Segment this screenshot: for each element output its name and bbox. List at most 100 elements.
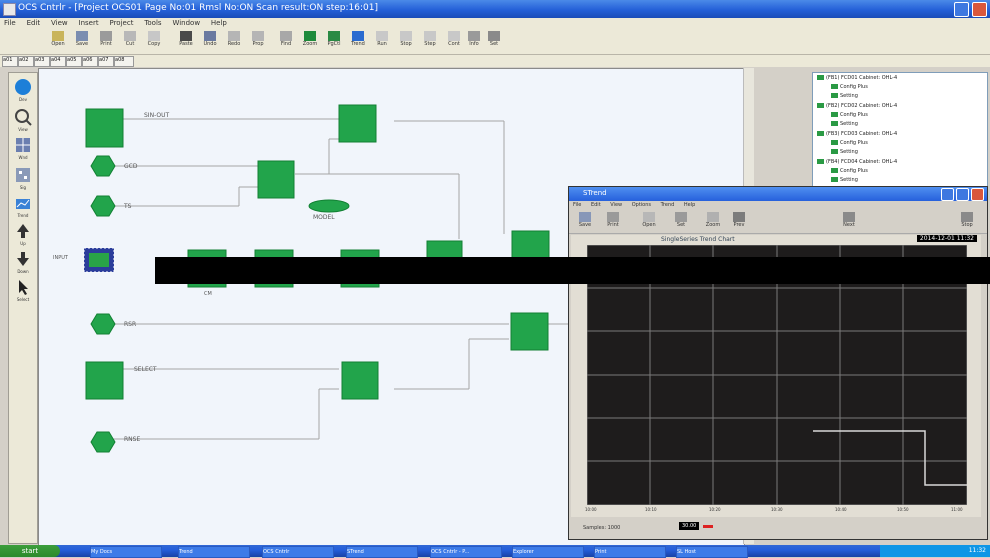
- tree-item[interactable]: (FB2) FCD02 Cabinet: OHL-4: [817, 103, 897, 109]
- tree-item[interactable]: Setting: [831, 149, 858, 155]
- trend-plot[interactable]: [586, 244, 968, 506]
- tree-item[interactable]: Config Plus: [831, 84, 868, 90]
- menu-help[interactable]: Help: [211, 18, 227, 28]
- task-item[interactable]: Trend: [178, 546, 250, 558]
- trend-close-button[interactable]: [971, 188, 984, 201]
- tree-item[interactable]: Config Plus: [831, 140, 868, 146]
- task-item[interactable]: OCS Cntrlr - P...: [430, 546, 502, 558]
- trend-open-button[interactable]: Open: [639, 212, 659, 232]
- function-block[interactable]: [85, 108, 124, 148]
- start-button[interactable]: start: [0, 545, 60, 557]
- menu-tools[interactable]: Tools: [144, 18, 161, 28]
- find-button[interactable]: Find: [276, 31, 296, 51]
- input-hexagon[interactable]: [90, 313, 116, 335]
- tab-a04[interactable]: a04: [50, 56, 66, 67]
- tab-a05[interactable]: a05: [66, 56, 82, 67]
- trend-zoom-button[interactable]: Zoom: [703, 212, 723, 232]
- menu-insert[interactable]: Insert: [79, 18, 99, 28]
- function-block[interactable]: [341, 361, 379, 400]
- paste-button[interactable]: Paste: [176, 31, 196, 51]
- tab-a01[interactable]: a01: [2, 56, 18, 67]
- save-button[interactable]: Save: [72, 31, 92, 51]
- tab-a08[interactable]: a08: [114, 56, 134, 67]
- task-item[interactable]: OCS Cntrlr: [262, 546, 334, 558]
- palette-dev-label: Dev: [19, 97, 27, 102]
- trend-maximize-button[interactable]: [956, 188, 969, 201]
- tree-item[interactable]: (FB4) FCD04 Cabinet: OHL-4: [817, 159, 897, 165]
- tree-item[interactable]: Setting: [831, 93, 858, 99]
- trend-print-button[interactable]: Print: [603, 212, 623, 232]
- function-block[interactable]: [338, 104, 377, 143]
- stop-icon: [961, 212, 973, 222]
- tree-item[interactable]: Config Plus: [831, 112, 868, 118]
- trend-menu-trend[interactable]: Trend: [661, 202, 675, 208]
- trend-set-button[interactable]: Set: [671, 212, 691, 232]
- task-item[interactable]: Explorer: [512, 546, 584, 558]
- task-item[interactable]: Print: [594, 546, 666, 558]
- pgctl-button[interactable]: PgCtl: [324, 31, 344, 51]
- tab-a03[interactable]: a03: [34, 56, 50, 67]
- redo-button[interactable]: Redo: [224, 31, 244, 51]
- set-button[interactable]: Set: [484, 31, 504, 51]
- trend-stop-button[interactable]: Stop: [957, 212, 977, 232]
- function-block[interactable]: [510, 312, 549, 351]
- palette-wnd[interactable]: Wnd: [13, 135, 33, 160]
- tree-item[interactable]: Setting: [831, 177, 858, 183]
- palette-up[interactable]: Up: [13, 221, 33, 246]
- trend-menu-view[interactable]: View: [610, 202, 622, 208]
- cont-button[interactable]: Cont: [444, 31, 464, 51]
- menu-view[interactable]: View: [51, 18, 68, 28]
- stop-button[interactable]: Stop: [396, 31, 416, 51]
- print-button[interactable]: Print: [96, 31, 116, 51]
- trend-next-button[interactable]: Next: [839, 212, 859, 232]
- tree-item[interactable]: Config Plus: [831, 168, 868, 174]
- trend-menu-edit[interactable]: Edit: [591, 202, 601, 208]
- input-hexagon[interactable]: [90, 195, 116, 217]
- run-button[interactable]: Run: [372, 31, 392, 51]
- zoom-button[interactable]: Zoom: [300, 31, 320, 51]
- palette-down[interactable]: Down: [13, 249, 33, 274]
- info-button[interactable]: Info: [464, 31, 484, 51]
- trend-menu-help[interactable]: Help: [684, 202, 695, 208]
- menu-project[interactable]: Project: [109, 18, 133, 28]
- copy-button[interactable]: Copy: [144, 31, 164, 51]
- menu-edit[interactable]: Edit: [27, 18, 41, 28]
- undo-button[interactable]: Undo: [200, 31, 220, 51]
- task-item[interactable]: SL Host: [676, 546, 748, 558]
- function-block[interactable]: [85, 361, 124, 400]
- open-button[interactable]: Open: [48, 31, 68, 51]
- minimize-button[interactable]: [954, 2, 969, 17]
- tree-item[interactable]: (FB3) FCD03 Cabinet: OHL-4: [817, 131, 897, 137]
- tree-item[interactable]: Setting: [831, 121, 858, 127]
- task-item[interactable]: STrend: [346, 546, 418, 558]
- input-hexagon[interactable]: [90, 155, 116, 177]
- trend-minimize-button[interactable]: [941, 188, 954, 201]
- tab-a06[interactable]: a06: [82, 56, 98, 67]
- trend-menu-options[interactable]: Options: [632, 202, 651, 208]
- menu-file[interactable]: File: [4, 18, 16, 28]
- palette-trend[interactable]: Trend: [13, 193, 33, 218]
- tree-item[interactable]: (FB1) FCD01 Cabinet: OHL-4: [817, 75, 897, 81]
- close-button[interactable]: [972, 2, 987, 17]
- cut-button[interactable]: Cut: [120, 31, 140, 51]
- tab-a02[interactable]: a02: [18, 56, 34, 67]
- task-item[interactable]: My Docs: [90, 546, 162, 558]
- palette-dev[interactable]: Dev: [13, 77, 33, 102]
- model-node[interactable]: [308, 199, 350, 213]
- trend-button[interactable]: Trend: [348, 31, 368, 51]
- menu-window[interactable]: Window: [172, 18, 200, 28]
- input-hexagon[interactable]: [90, 431, 116, 453]
- step-button[interactable]: Step: [420, 31, 440, 51]
- trend-save-button[interactable]: Save: [575, 212, 595, 232]
- palette-view[interactable]: View: [13, 107, 33, 132]
- prop-button[interactable]: Prop: [248, 31, 268, 51]
- function-block[interactable]: [257, 160, 295, 199]
- step-label: Step: [424, 41, 436, 47]
- tab-a07[interactable]: a07: [98, 56, 114, 67]
- palette-sig[interactable]: Sig: [13, 165, 33, 190]
- trend-status-bar: Samples: 1000 30.00: [569, 518, 987, 538]
- palette-select[interactable]: Select: [13, 277, 33, 302]
- trend-prev-button[interactable]: Prev: [729, 212, 749, 232]
- trend-toolbar: Save Print Open Set Zoom Prev Next Stop: [569, 211, 987, 234]
- trend-menu-file[interactable]: File: [573, 202, 581, 208]
